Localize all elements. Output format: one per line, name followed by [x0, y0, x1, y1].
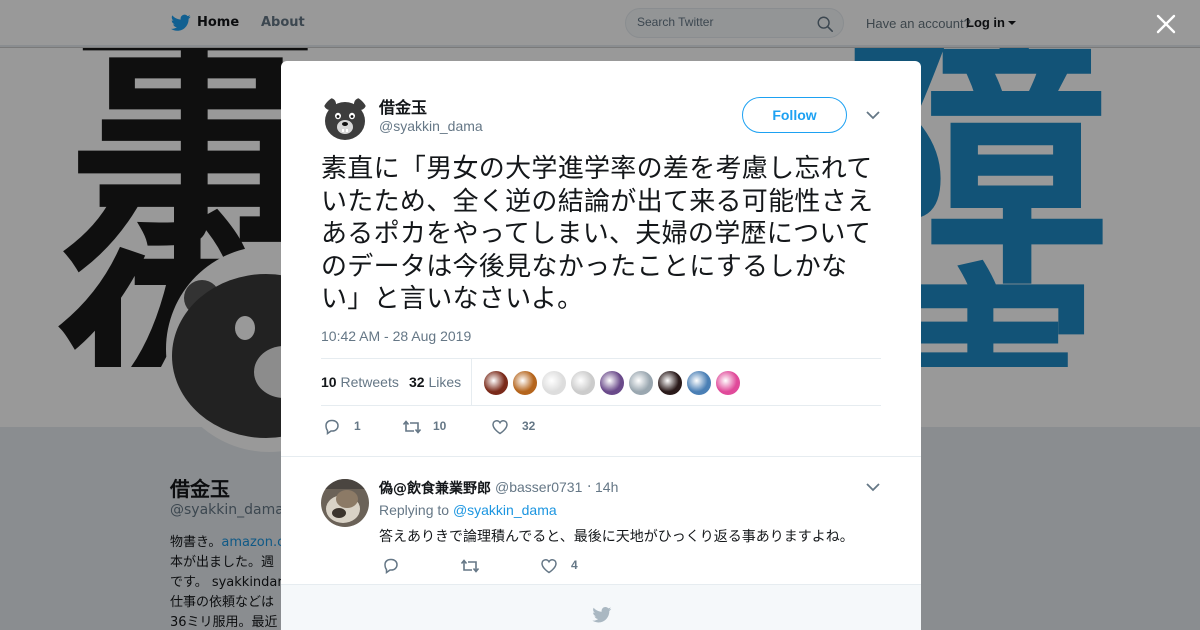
- stats-divider: [471, 359, 472, 406]
- tweet-author-avatar[interactable]: [321, 94, 369, 142]
- likes-label: Likes: [428, 374, 462, 390]
- reply-icon: [384, 558, 398, 574]
- modal-footer: [281, 584, 921, 630]
- reply-author-handle[interactable]: @basser0731: [495, 479, 582, 495]
- liker-avatar[interactable]: [715, 370, 741, 396]
- replying-prefix: Replying to: [379, 502, 450, 518]
- replying-to: Replying to @syakkin_dama: [379, 502, 557, 518]
- chevron-down-icon[interactable]: [865, 481, 881, 493]
- liker-avatar[interactable]: [599, 370, 625, 396]
- liker-avatar[interactable]: [483, 370, 509, 396]
- retweet-icon: [402, 420, 422, 434]
- cat-avatar-icon: [321, 479, 369, 527]
- tweet-author-name[interactable]: 借金玉: [379, 94, 427, 118]
- reply-author-avatar[interactable]: [321, 479, 369, 527]
- like-count: 4: [571, 558, 578, 572]
- likes-count: 32: [409, 374, 425, 390]
- liker-avatar[interactable]: [686, 370, 712, 396]
- retweets-label: Retweets: [340, 374, 399, 390]
- liker-avatar[interactable]: [570, 370, 596, 396]
- tweet-actions: 1 10 32: [321, 416, 881, 438]
- like-count: 32: [522, 419, 536, 433]
- retweets-stat[interactable]: 10 Retweets: [321, 374, 399, 390]
- bear-avatar-icon: [321, 94, 369, 142]
- reply-author-name[interactable]: 偽@飲食兼業野郎: [379, 478, 491, 498]
- heart-icon: [492, 419, 508, 435]
- retweet-icon: [460, 559, 480, 573]
- tweet-text: 素直に「男女の大学進学率の差を考慮し忘れていたため、全く逆の結論が出て来る可能性…: [321, 154, 874, 314]
- separator-dot: ·: [587, 479, 592, 495]
- tweet-author-handle[interactable]: @syakkin_dama: [379, 118, 483, 134]
- reply-time[interactable]: 14h: [595, 479, 618, 495]
- liker-avatar[interactable]: [512, 370, 538, 396]
- likes-stat[interactable]: 32 Likes: [409, 374, 461, 390]
- follow-button[interactable]: Follow: [742, 97, 847, 133]
- liker-avatar[interactable]: [628, 370, 654, 396]
- tweet-timestamp[interactable]: 10:42 AM - 28 Aug 2019: [321, 328, 471, 344]
- reply-divider: [281, 456, 921, 457]
- retweets-count: 10: [321, 374, 337, 390]
- twitter-bird-icon: [592, 607, 612, 623]
- reply-text: 答えありきで論理積んでると、最後に天地がひっくり返る事ありますよね。: [379, 529, 854, 545]
- close-icon[interactable]: [1155, 13, 1177, 35]
- tweet-stats: 10 Retweets 32 Likes: [321, 358, 881, 406]
- retweet-count: 10: [433, 419, 447, 433]
- reply-count: 1: [354, 419, 361, 433]
- liker-avatar[interactable]: [541, 370, 567, 396]
- tweet-modal: 借金玉 @syakkin_dama Follow 素直に「男女の大学進学率の差を…: [281, 61, 921, 630]
- reply-actions: 4: [379, 555, 679, 577]
- heart-icon: [541, 558, 557, 574]
- replying-to-link[interactable]: @syakkin_dama: [453, 502, 557, 518]
- liker-avatar[interactable]: [657, 370, 683, 396]
- reply-icon: [325, 419, 339, 435]
- chevron-down-icon[interactable]: [865, 109, 881, 121]
